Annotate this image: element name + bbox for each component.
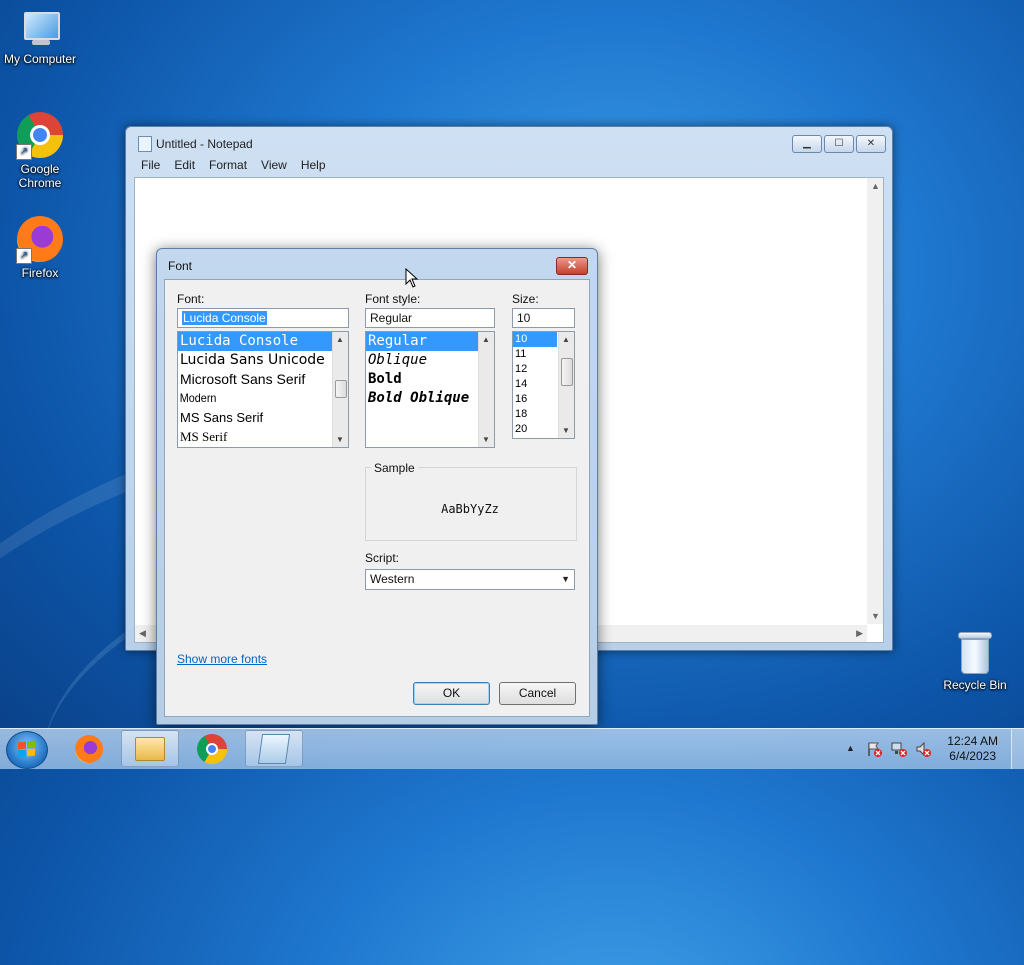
sample-text: AaBbYyZz bbox=[441, 502, 499, 516]
scroll-down-icon[interactable]: ▼ bbox=[482, 435, 490, 444]
menu-format[interactable]: Format bbox=[202, 157, 254, 175]
font-style-input[interactable]: Regular bbox=[365, 308, 495, 328]
font-list-item[interactable]: Modern bbox=[178, 389, 331, 408]
font-list-scrollbar[interactable]: ▲ ▼ bbox=[332, 332, 348, 447]
dialog-close-button[interactable]: ✕ bbox=[556, 257, 588, 275]
font-label: Font: bbox=[177, 292, 205, 306]
desktop-icon-recycle-bin[interactable]: Recycle Bin bbox=[935, 632, 1015, 692]
scroll-up-icon[interactable]: ▲ bbox=[482, 335, 490, 344]
scroll-up-icon[interactable]: ▲ bbox=[871, 181, 880, 191]
show-more-fonts-link[interactable]: Show more fonts bbox=[177, 652, 267, 666]
maximize-button[interactable]: ☐ bbox=[824, 135, 854, 153]
start-button[interactable] bbox=[6, 731, 48, 769]
dialog-body: Font: Lucida Console Lucida Console Luci… bbox=[164, 279, 590, 717]
scroll-right-icon[interactable]: ▶ bbox=[856, 628, 863, 639]
font-list-item[interactable]: Lucida Console bbox=[178, 332, 348, 351]
scroll-thumb[interactable] bbox=[561, 358, 573, 386]
font-style-scrollbar[interactable]: ▲ ▼ bbox=[478, 332, 494, 447]
desktop-icon-label: Google Chrome bbox=[18, 162, 62, 190]
scroll-down-icon[interactable]: ▼ bbox=[871, 611, 880, 621]
dialog-title: Font bbox=[168, 259, 193, 273]
window-title: Untitled - Notepad bbox=[156, 137, 253, 151]
scroll-up-icon[interactable]: ▲ bbox=[562, 335, 570, 344]
notepad-icon bbox=[257, 733, 291, 764]
menu-help[interactable]: Help bbox=[294, 157, 333, 175]
size-label: Size: bbox=[512, 292, 539, 306]
script-label: Script: bbox=[365, 551, 400, 565]
taskbar-firefox[interactable] bbox=[60, 730, 118, 767]
font-list-item[interactable]: MS Serif bbox=[178, 427, 348, 446]
size-list[interactable]: 10 11 12 14 16 18 20 ▲ ▼ bbox=[512, 331, 575, 439]
font-list-item[interactable]: Lucida Sans Unicode bbox=[178, 351, 348, 370]
taskbar-notepad[interactable] bbox=[245, 730, 303, 767]
size-list-item[interactable]: 10 bbox=[513, 332, 557, 347]
taskbar-explorer[interactable] bbox=[121, 730, 179, 767]
scroll-up-icon[interactable]: ▲ bbox=[336, 335, 344, 344]
vertical-scrollbar[interactable]: ▲ ▼ bbox=[867, 178, 883, 624]
recycle-bin-icon bbox=[958, 632, 992, 674]
taskbar: ▲ 12:24 AM 6/4/2023 bbox=[0, 728, 1024, 769]
shortcut-arrow-icon: ↗ bbox=[16, 144, 32, 160]
font-list-item[interactable]: MS Sans Serif bbox=[178, 408, 348, 427]
script-select[interactable]: Western ▼ bbox=[365, 569, 575, 590]
desktop-icon-label: My Computer bbox=[3, 52, 77, 66]
computer-icon bbox=[18, 10, 62, 48]
size-input[interactable]: 10 bbox=[512, 308, 575, 328]
font-style-list[interactable]: Regular Oblique Bold Bold Oblique ▲ ▼ bbox=[365, 331, 495, 448]
shortcut-arrow-icon: ↗ bbox=[16, 248, 32, 264]
font-style-label: Font style: bbox=[365, 292, 421, 306]
font-name-input[interactable]: Lucida Console bbox=[177, 308, 349, 328]
font-style-item[interactable]: Bold bbox=[366, 370, 494, 389]
clock-date: 6/4/2023 bbox=[949, 749, 996, 763]
script-value: Western bbox=[370, 572, 415, 586]
system-clock[interactable]: 12:24 AM 6/4/2023 bbox=[947, 734, 998, 764]
clock-time: 12:24 AM bbox=[947, 734, 998, 748]
font-style-item[interactable]: Regular bbox=[366, 332, 494, 351]
desktop-icon-firefox[interactable]: ↗ Firefox bbox=[0, 216, 80, 280]
firefox-icon bbox=[75, 734, 103, 763]
scroll-left-icon[interactable]: ◀ bbox=[139, 628, 146, 639]
font-style-item[interactable]: Bold Oblique bbox=[366, 389, 494, 408]
menu-edit[interactable]: Edit bbox=[167, 157, 202, 175]
scroll-down-icon[interactable]: ▼ bbox=[336, 435, 344, 444]
menu-bar: File Edit Format View Help bbox=[134, 157, 884, 175]
taskbar-chrome[interactable] bbox=[183, 730, 241, 767]
cancel-button[interactable]: Cancel bbox=[499, 682, 576, 705]
mouse-cursor-icon bbox=[405, 268, 419, 288]
scroll-down-icon[interactable]: ▼ bbox=[562, 426, 570, 435]
font-list[interactable]: Lucida Console Lucida Sans Unicode Micro… bbox=[177, 331, 349, 448]
font-style-item[interactable]: Oblique bbox=[366, 351, 494, 370]
volume-muted-icon[interactable] bbox=[915, 741, 931, 760]
folder-icon bbox=[135, 736, 165, 761]
size-list-scrollbar[interactable]: ▲ ▼ bbox=[558, 332, 574, 438]
close-button[interactable]: ✕ bbox=[856, 135, 886, 153]
chrome-icon bbox=[197, 733, 227, 764]
sample-label: Sample bbox=[371, 461, 418, 475]
minimize-button[interactable]: ▁ bbox=[792, 135, 822, 153]
tray-show-hidden-icon[interactable]: ▲ bbox=[846, 743, 855, 753]
font-name-text: Lucida Console bbox=[182, 311, 267, 325]
chevron-down-icon: ▼ bbox=[561, 574, 570, 584]
menu-view[interactable]: View bbox=[254, 157, 294, 175]
action-center-flag-icon[interactable] bbox=[866, 741, 882, 760]
scroll-thumb[interactable] bbox=[335, 380, 347, 398]
font-dialog: Font ✕ Font: Lucida Console Lucida Conso… bbox=[156, 248, 598, 725]
desktop-icon-google-chrome[interactable]: ↗ Google Chrome bbox=[0, 112, 80, 190]
notepad-app-icon bbox=[138, 136, 152, 152]
show-desktop-button[interactable] bbox=[1011, 729, 1024, 769]
menu-file[interactable]: File bbox=[134, 157, 167, 175]
desktop-icon-label: Recycle Bin bbox=[943, 678, 1007, 692]
ok-button[interactable]: OK bbox=[413, 682, 490, 705]
desktop-icon-my-computer[interactable]: My Computer bbox=[0, 10, 80, 66]
font-list-item[interactable]: Microsoft Sans Serif bbox=[178, 370, 348, 389]
network-icon[interactable] bbox=[891, 741, 907, 760]
desktop-icon-label: Firefox bbox=[21, 266, 59, 280]
